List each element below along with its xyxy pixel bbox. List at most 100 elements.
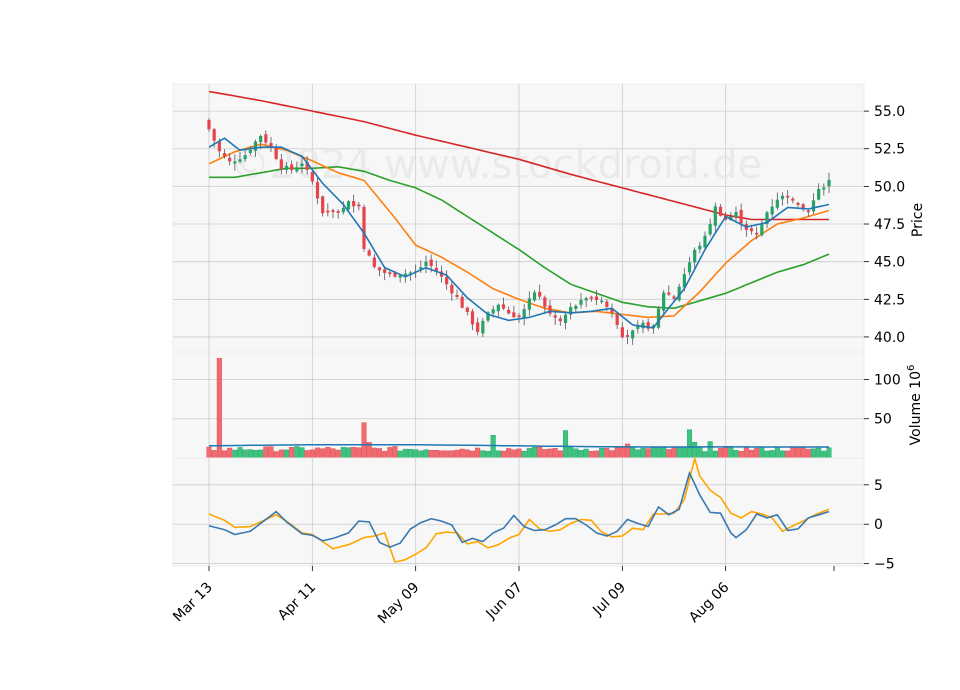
candle-body	[336, 211, 340, 213]
volume-bar	[294, 446, 300, 459]
volume-bar	[764, 450, 770, 459]
candle-body	[667, 292, 671, 295]
candle-body	[760, 223, 764, 236]
candle-body	[589, 296, 593, 299]
volume-bar	[671, 446, 677, 459]
candle-body	[501, 304, 506, 309]
candle-body	[367, 250, 371, 256]
volume-bar	[335, 449, 341, 459]
candle-body	[755, 232, 759, 235]
volume-bar	[500, 450, 507, 459]
candle-body	[383, 269, 387, 273]
volume-bar	[542, 449, 548, 459]
candle-body	[222, 153, 227, 157]
volume-bar	[738, 451, 744, 459]
candle-body	[315, 182, 320, 199]
candle-body	[527, 298, 531, 310]
volume-bar	[821, 450, 827, 459]
volume-bar	[371, 447, 377, 459]
candle-body	[450, 284, 454, 294]
oscillator-panel: −5 0 5	[172, 455, 895, 573]
candle-body	[248, 149, 252, 153]
volume-bar	[227, 447, 233, 459]
candle-body	[429, 259, 433, 266]
volume-bar	[252, 450, 259, 459]
volume-bar	[733, 449, 739, 459]
candle-body	[362, 206, 366, 249]
volume-bar	[387, 447, 393, 459]
price-tick-label-5: 52.5	[874, 142, 905, 158]
volume-bar	[506, 448, 512, 459]
candle-body	[791, 198, 795, 201]
candle-body	[543, 297, 547, 307]
volume-bar	[645, 448, 651, 459]
volume-bar	[449, 450, 455, 459]
volume-bar	[361, 422, 367, 459]
price-tick-label-4: 50.0	[874, 179, 905, 195]
volume-bar	[712, 450, 718, 459]
volume-bar	[273, 451, 279, 459]
volume-bar	[779, 450, 786, 459]
volume-bar	[588, 450, 594, 459]
candle-body	[708, 223, 712, 235]
volume-bar	[382, 451, 388, 459]
volume-bar	[609, 450, 615, 459]
volume-bar	[485, 450, 491, 459]
volume-bar	[345, 447, 352, 459]
x-tick-label-4: Jul 09	[589, 580, 629, 620]
volume-bar	[578, 450, 584, 459]
candle-body	[786, 195, 790, 198]
volume-bar	[392, 446, 398, 459]
volume-bar	[826, 447, 832, 459]
volume-bar	[268, 446, 274, 459]
volume-bar	[619, 447, 625, 459]
volume-bar	[325, 447, 331, 459]
osc-tick-label-1: 0	[874, 517, 883, 533]
price-ticks: 40.0 42.5 45.0 47.5 50.0 52.5 55.0	[864, 104, 905, 346]
candle-body	[207, 119, 211, 130]
volume-bar	[743, 447, 749, 459]
volume-bar	[521, 450, 527, 459]
candle-body	[579, 300, 583, 305]
candle-body	[548, 305, 552, 314]
volume-bar	[816, 447, 822, 459]
candle-body	[295, 167, 299, 172]
x-tick-label-1: Apr 11	[275, 580, 319, 624]
candle-body	[827, 179, 831, 187]
price-axis-label: Price	[910, 203, 926, 237]
candle-body	[424, 261, 428, 267]
candle-body	[600, 300, 604, 303]
candle-body	[574, 305, 578, 309]
candle-body	[563, 314, 568, 324]
candle-body	[558, 318, 562, 322]
volume-bar	[216, 358, 222, 459]
volume-bar	[516, 448, 522, 459]
volume-bar	[661, 447, 667, 459]
osc-tick-label-2: 5	[874, 478, 883, 494]
candle-body	[734, 211, 738, 217]
volume-bar	[614, 447, 620, 459]
volume-bar	[278, 449, 284, 459]
stock-chart: ©2024 www.stockdroid.de 40.042.545.047.5…	[170, 83, 926, 627]
x-tick-label-5: Aug 06	[686, 579, 732, 625]
candle-body	[806, 210, 810, 213]
candle-body	[496, 304, 500, 312]
candle-body	[687, 262, 692, 273]
volume-bar	[418, 450, 424, 459]
candle-body	[662, 292, 666, 311]
volume-bar	[356, 447, 362, 459]
volume-bar	[707, 441, 713, 459]
candle-body	[352, 201, 356, 207]
candle-body	[491, 309, 495, 314]
candle-body	[264, 134, 268, 143]
volume-bar	[805, 448, 811, 459]
volume-bar	[526, 448, 532, 459]
candle-body	[470, 311, 475, 325]
volume-bar	[480, 450, 486, 459]
candle-body	[341, 207, 345, 213]
candle-body	[625, 335, 630, 337]
candle-body	[594, 296, 599, 301]
volume-bar	[211, 450, 217, 459]
x-tick-label-0: Mar 13	[170, 580, 216, 626]
volume-bar	[759, 446, 765, 459]
